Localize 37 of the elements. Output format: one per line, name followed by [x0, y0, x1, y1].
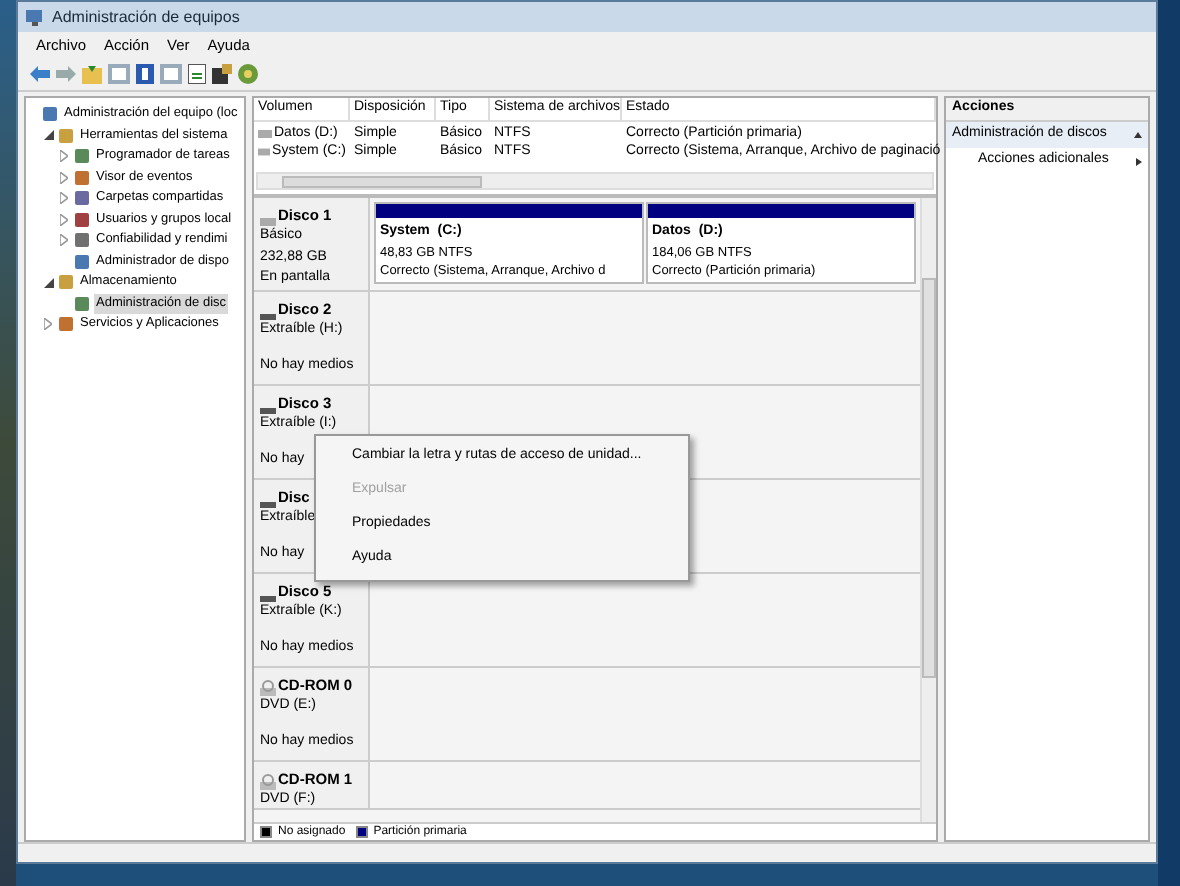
- cd-drive-icon: [260, 774, 276, 791]
- expand-arrow-icon[interactable]: [44, 318, 52, 331]
- drive-icon: [260, 502, 276, 509]
- expand-arrow-icon[interactable]: [60, 213, 68, 226]
- expand-arrow-icon[interactable]: [60, 171, 68, 184]
- window-title: Administración de equipos: [52, 5, 240, 29]
- tree-node-icon: [74, 211, 90, 228]
- tree-node-icon: [74, 148, 90, 165]
- submenu-arrow-icon: [1136, 157, 1142, 165]
- tree-node-icon: [74, 253, 90, 270]
- tree-node-icon: [58, 274, 74, 291]
- drive-icon: [260, 314, 276, 321]
- drive-icon: [260, 596, 276, 603]
- expand-arrow-icon[interactable]: [60, 234, 68, 247]
- tree-node-icon: [74, 190, 90, 207]
- collapse-icon[interactable]: [1134, 132, 1142, 138]
- tree-node-icon: [58, 316, 74, 333]
- back-arrow-icon[interactable]: [30, 66, 50, 82]
- expand-arrow-icon[interactable]: [60, 192, 68, 205]
- forward-arrow-icon[interactable]: [56, 66, 76, 82]
- drive-icon: [260, 408, 276, 415]
- tree-node-icon: [42, 106, 58, 123]
- tree-node-icon: [58, 127, 74, 144]
- vertical-scrollbar[interactable]: [920, 198, 936, 822]
- folder-icon[interactable]: [82, 65, 102, 83]
- cd-drive-icon: [260, 680, 276, 697]
- tree-node-icon: [74, 169, 90, 186]
- drive-icon: [260, 218, 276, 227]
- help-icon[interactable]: [136, 64, 154, 84]
- expand-arrow-icon[interactable]: [60, 150, 68, 163]
- tree-node-icon: [74, 232, 90, 249]
- collapse-arrow-icon[interactable]: [44, 277, 54, 288]
- collapse-arrow-icon[interactable]: [44, 130, 54, 141]
- computer-icon: [26, 8, 44, 26]
- horizontal-scrollbar[interactable]: [256, 172, 934, 190]
- document-icon[interactable]: [188, 64, 206, 84]
- tree-node-icon: [74, 295, 90, 312]
